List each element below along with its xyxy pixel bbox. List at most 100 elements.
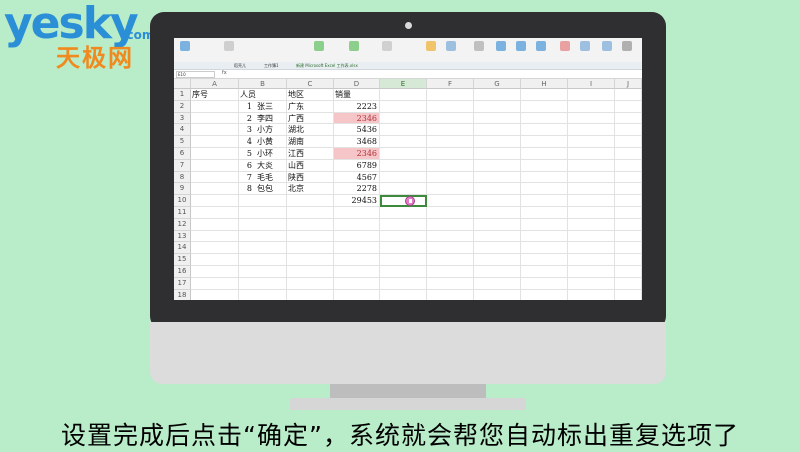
- region-cell[interactable]: 湖北: [287, 124, 334, 137]
- column-header-f[interactable]: F: [427, 79, 474, 89]
- cell[interactable]: [380, 207, 427, 219]
- cell[interactable]: [191, 254, 239, 266]
- cell[interactable]: [239, 242, 287, 255]
- name-cell[interactable]: 8 包包: [239, 183, 287, 196]
- cell[interactable]: [615, 183, 642, 196]
- cell[interactable]: [568, 124, 615, 137]
- row-header-11[interactable]: 11: [174, 207, 191, 219]
- table-style-icon[interactable]: [446, 41, 456, 51]
- cell[interactable]: [427, 254, 474, 266]
- cell[interactable]: [287, 254, 334, 266]
- row-header-14[interactable]: 14: [174, 242, 191, 255]
- cell[interactable]: [287, 230, 334, 243]
- cell[interactable]: [380, 112, 427, 125]
- region-cell[interactable]: 湖南: [287, 136, 334, 148]
- cell[interactable]: [521, 207, 568, 219]
- cell[interactable]: [427, 112, 474, 125]
- cell[interactable]: [568, 183, 615, 196]
- column-header-i[interactable]: I: [568, 79, 615, 89]
- cell[interactable]: [568, 277, 615, 290]
- cell[interactable]: [380, 100, 427, 113]
- cell[interactable]: [427, 230, 474, 243]
- header-cell-region[interactable]: 地区: [287, 89, 334, 101]
- cell[interactable]: [521, 183, 568, 196]
- cell[interactable]: [427, 136, 474, 148]
- cell[interactable]: [239, 230, 287, 243]
- column-header-j[interactable]: J: [615, 79, 642, 89]
- column-header-h[interactable]: H: [521, 79, 568, 89]
- cell[interactable]: [239, 218, 287, 231]
- cell[interactable]: [380, 148, 427, 160]
- cell[interactable]: [287, 277, 334, 290]
- cell[interactable]: [191, 100, 239, 113]
- cell[interactable]: [191, 195, 239, 207]
- cell[interactable]: [380, 159, 427, 172]
- cell[interactable]: [568, 159, 615, 172]
- cell[interactable]: [615, 112, 642, 125]
- cell[interactable]: [334, 289, 380, 300]
- cell[interactable]: [427, 159, 474, 172]
- row-header-6[interactable]: 6: [174, 148, 191, 160]
- cell[interactable]: [239, 207, 287, 219]
- column-header-d[interactable]: D: [334, 79, 380, 89]
- cell[interactable]: [521, 112, 568, 125]
- cell[interactable]: [380, 230, 427, 243]
- cell[interactable]: [191, 159, 239, 172]
- cell[interactable]: [191, 183, 239, 196]
- cell[interactable]: [474, 159, 521, 172]
- row-header-16[interactable]: 16: [174, 266, 191, 278]
- cell[interactable]: [380, 242, 427, 255]
- cell[interactable]: [191, 277, 239, 290]
- cell[interactable]: [474, 289, 521, 300]
- cell[interactable]: [334, 277, 380, 290]
- cell[interactable]: [521, 242, 568, 255]
- row-header-3[interactable]: 3: [174, 112, 191, 125]
- sales-cell[interactable]: 2223: [334, 100, 380, 113]
- cell[interactable]: [427, 218, 474, 231]
- cell[interactable]: [427, 289, 474, 300]
- name-cell[interactable]: 2 李四: [239, 112, 287, 125]
- cell[interactable]: [334, 242, 380, 255]
- cell[interactable]: [615, 136, 642, 148]
- name-cell[interactable]: 1 张三: [239, 100, 287, 113]
- row-header-5[interactable]: 5: [174, 136, 191, 148]
- cell[interactable]: [474, 183, 521, 196]
- cell[interactable]: [427, 100, 474, 113]
- cell[interactable]: [287, 242, 334, 255]
- cell[interactable]: [521, 266, 568, 278]
- sales-cell[interactable]: 4567: [334, 171, 380, 184]
- duplicate-sales-cell[interactable]: 2346: [334, 112, 380, 125]
- cell[interactable]: [615, 277, 642, 290]
- active-cell-e10[interactable]: [380, 195, 427, 207]
- tab-workbook1[interactable]: 工作簿1: [264, 63, 279, 69]
- tab-active-file[interactable]: 新建 Microsoft Excel 工作表.xlsx: [296, 63, 358, 69]
- cell[interactable]: [287, 207, 334, 219]
- cell[interactable]: [521, 195, 568, 207]
- total-sales-cell[interactable]: 29453: [334, 195, 380, 207]
- cell[interactable]: [191, 242, 239, 255]
- number-format-icon[interactable]: [382, 41, 392, 51]
- cell[interactable]: [568, 230, 615, 243]
- cell[interactable]: [615, 148, 642, 160]
- cell[interactable]: [334, 207, 380, 219]
- cell[interactable]: [615, 100, 642, 113]
- cell[interactable]: [615, 207, 642, 219]
- row-header-4[interactable]: 4: [174, 124, 191, 137]
- cell[interactable]: [474, 277, 521, 290]
- row-header-2[interactable]: 2: [174, 100, 191, 113]
- region-cell[interactable]: 山西: [287, 159, 334, 172]
- cell[interactable]: [568, 289, 615, 300]
- cell[interactable]: [191, 124, 239, 137]
- cell[interactable]: [615, 242, 642, 255]
- cell[interactable]: [239, 254, 287, 266]
- cell[interactable]: [568, 100, 615, 113]
- cell[interactable]: [615, 171, 642, 184]
- cell[interactable]: [568, 171, 615, 184]
- wrap-icon[interactable]: [349, 41, 359, 51]
- cell[interactable]: [191, 112, 239, 125]
- tab-docer[interactable]: 稻壳儿: [234, 63, 246, 69]
- column-header-a[interactable]: A: [191, 79, 239, 89]
- row-header-18[interactable]: 18: [174, 289, 191, 300]
- cell[interactable]: [334, 254, 380, 266]
- cell[interactable]: [521, 148, 568, 160]
